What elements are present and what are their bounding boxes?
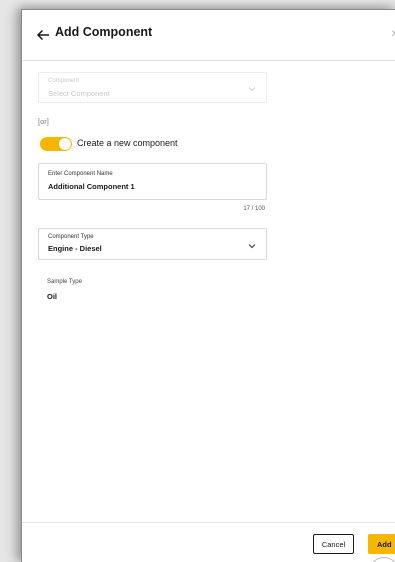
panel-footer: Cancel Add + bbox=[22, 522, 395, 562]
component-type-select[interactable]: Component Type Engine - Diesel bbox=[38, 228, 267, 260]
arrow-left-icon[interactable] bbox=[36, 29, 50, 41]
chevron-down-icon bbox=[248, 244, 256, 249]
character-counter: 17 / 100 bbox=[243, 206, 265, 212]
page-title: Add Component bbox=[55, 25, 153, 39]
sample-type-label: Sample Type bbox=[47, 279, 82, 285]
add-component-panel: Add Component ✕ Component Select Compone… bbox=[21, 9, 395, 562]
component-name-value: Additional Component 1 bbox=[48, 182, 135, 191]
create-new-toggle-label: Create a new component bbox=[77, 138, 178, 148]
component-select-label: Component bbox=[48, 78, 80, 84]
sample-type-value: Oil bbox=[47, 292, 58, 301]
create-new-toggle[interactable] bbox=[40, 137, 72, 151]
toggle-knob bbox=[59, 138, 71, 150]
component-type-label: Component Type bbox=[48, 234, 94, 240]
floating-action-button[interactable]: + bbox=[369, 557, 395, 562]
component-select[interactable]: Component Select Component bbox=[38, 72, 267, 103]
cancel-button[interactable]: Cancel bbox=[313, 534, 354, 554]
component-name-label: Enter Component Name bbox=[48, 171, 113, 177]
add-button[interactable]: Add bbox=[368, 534, 395, 554]
panel-header: Add Component ✕ bbox=[22, 10, 395, 61]
chevron-down-icon bbox=[248, 87, 256, 92]
close-icon[interactable]: ✕ bbox=[391, 29, 395, 40]
component-type-value: Engine - Diesel bbox=[48, 244, 102, 253]
component-select-placeholder: Select Component bbox=[48, 89, 110, 98]
or-separator: [or] bbox=[38, 117, 49, 126]
component-name-field[interactable]: Enter Component Name Additional Componen… bbox=[38, 163, 267, 200]
